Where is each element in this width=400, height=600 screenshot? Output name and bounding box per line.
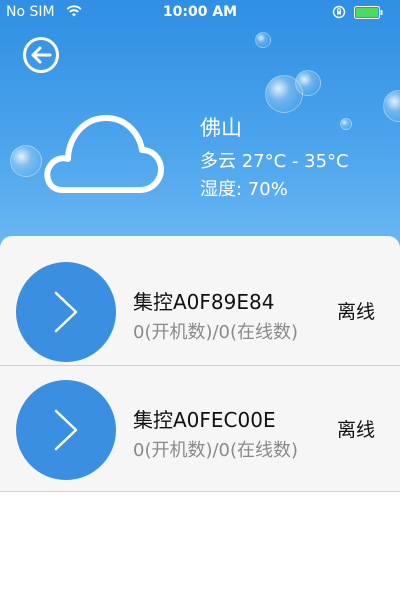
weather-summary: 多云 27°C - 35°C xyxy=(200,151,349,172)
weather-header: No SIM 10:00 AM 佛山 多云 27°C - 35°C 湿度: 70… xyxy=(0,0,400,250)
device-row[interactable]: 集控A0FEC00E 0(开机数)/0(在线数) 离线 xyxy=(0,366,400,492)
device-counts: 0(开机数)/0(在线数) xyxy=(133,440,299,461)
open-device-button[interactable] xyxy=(16,380,116,480)
back-arrow-circle-icon xyxy=(23,37,59,73)
device-status: 离线 xyxy=(337,301,376,323)
battery-icon xyxy=(354,6,384,23)
chevron-right-icon xyxy=(54,291,78,333)
status-bar: No SIM 10:00 AM xyxy=(0,0,400,26)
decorative-bubble xyxy=(295,70,321,96)
decorative-bubble xyxy=(255,32,271,48)
city-name: 佛山 xyxy=(200,116,242,140)
chevron-right-icon xyxy=(54,409,78,451)
cloud-icon xyxy=(40,110,166,200)
device-name: 集控A0FEC00E xyxy=(133,408,276,432)
rotation-lock-icon xyxy=(332,5,346,23)
device-row[interactable]: 集控A0F89E84 0(开机数)/0(在线数) 离线 xyxy=(0,236,400,366)
device-status: 离线 xyxy=(337,419,376,441)
decorative-bubble xyxy=(383,90,400,122)
decorative-bubble xyxy=(340,118,352,130)
device-name: 集控A0F89E84 xyxy=(133,290,275,314)
device-counts: 0(开机数)/0(在线数) xyxy=(133,322,299,343)
back-button[interactable] xyxy=(22,36,60,74)
device-list: 集控A0F89E84 0(开机数)/0(在线数) 离线 集控A0FEC00E 0… xyxy=(0,236,400,492)
humidity-label: 湿度: 70% xyxy=(200,179,288,200)
decorative-bubble xyxy=(10,145,42,177)
open-device-button[interactable] xyxy=(16,262,116,362)
